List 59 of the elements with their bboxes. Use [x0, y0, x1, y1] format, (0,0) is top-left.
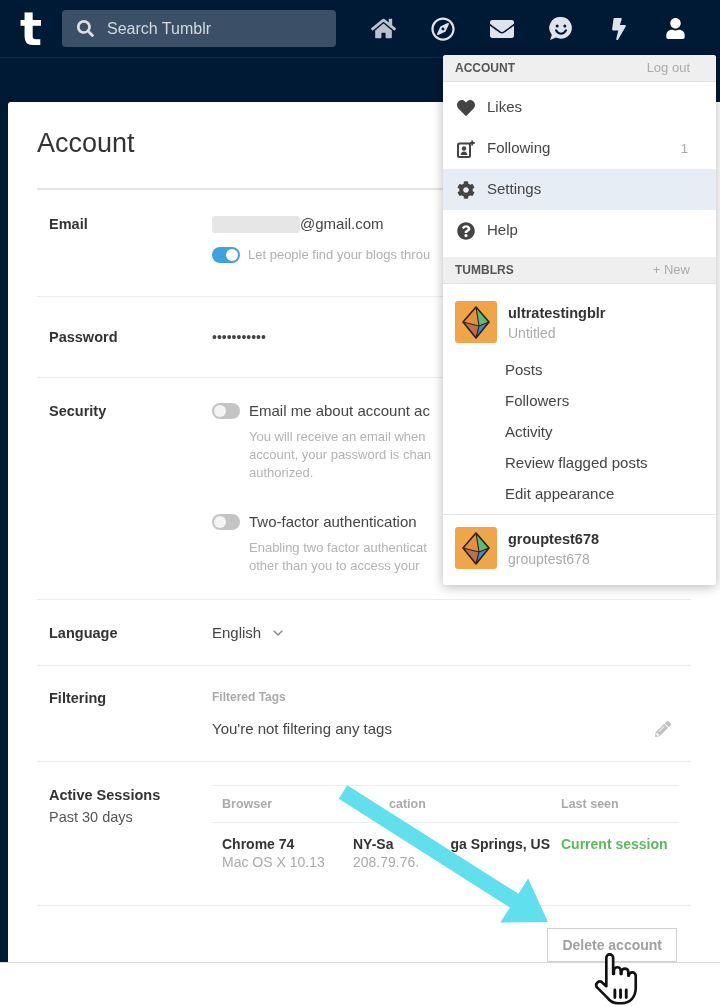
home-icon[interactable]	[371, 16, 396, 41]
search-icon	[77, 20, 94, 37]
menu-item[interactable]: Settings	[443, 169, 716, 210]
section-heading: TUMBLRS	[455, 262, 514, 279]
compass-icon[interactable]	[431, 16, 455, 41]
smiley-chat-icon[interactable]	[549, 16, 573, 41]
settings-icon	[457, 180, 475, 199]
browser-name: Chrome 74	[222, 835, 295, 853]
os-version: Mac OS X 10.13	[222, 853, 325, 872]
setting-label: Email	[49, 215, 88, 234]
toggle-switch[interactable]	[212, 514, 240, 530]
ip-address: 208.79.76.	[353, 853, 420, 872]
setting-label: Language	[49, 624, 118, 643]
setting-label: Active Sessions	[49, 786, 161, 805]
page-title: Account	[37, 127, 135, 160]
option-label: Email me about account ac	[249, 401, 430, 421]
password-value: •••••••••••	[212, 328, 266, 347]
section-heading: ACCOUNT	[455, 60, 515, 77]
blog-subtitle: grouptest678	[508, 550, 590, 569]
blog-menu-link[interactable]: Activity	[505, 416, 553, 447]
location-text: NY-Sa	[353, 835, 394, 853]
filter-status-text: You're not filtering any tags	[212, 719, 392, 739]
column-header: cation	[389, 795, 426, 813]
blog-name[interactable]: ultratestingblr	[508, 303, 606, 323]
blog-menu-link[interactable]: Review flagged posts	[505, 447, 648, 478]
search-field[interactable]: Search Tumblr	[62, 10, 336, 47]
option-label: Two-factor authentication	[249, 512, 417, 532]
heart-icon	[457, 98, 475, 117]
blog-avatar-icon	[455, 527, 497, 569]
email-value: @gmail.com	[300, 214, 384, 234]
blog-subtitle: Untitled	[508, 324, 556, 343]
setting-label: Security	[49, 402, 107, 421]
person-icon[interactable]	[665, 18, 686, 39]
toggle-switch[interactable]	[212, 247, 240, 263]
blog-name[interactable]: grouptest678	[508, 529, 600, 549]
language-select[interactable]: English	[212, 623, 287, 643]
column-header: Browser	[222, 795, 273, 813]
field-caption: Filtered Tags	[212, 689, 286, 706]
location-text: ga Springs, US	[450, 835, 551, 853]
toggle-switch[interactable]	[212, 403, 240, 419]
person-card-icon	[457, 139, 475, 158]
blog-menu-link[interactable]: Followers	[505, 385, 570, 416]
menu-item[interactable]: Help	[443, 210, 716, 251]
blog-menu-link[interactable]: Posts	[505, 354, 543, 385]
blog-avatar-icon	[455, 301, 497, 343]
setting-sublabel: Past 30 days	[49, 808, 133, 827]
option-description: Enabling two factor authenticat other than you to access your	[249, 539, 427, 575]
toggle-label: Let people find your blogs throu	[248, 246, 431, 265]
menu-item[interactable]: Following 1	[443, 128, 716, 169]
column-header: Last seen	[561, 795, 619, 813]
help-icon	[457, 221, 475, 240]
blog-menu-link[interactable]: Edit appearance	[505, 478, 615, 509]
menu-item[interactable]: Likes	[443, 87, 716, 128]
option-description: You will receive an email when account, your password is chan authorized.	[249, 428, 432, 482]
setting-label: Filtering	[49, 689, 107, 708]
session-status: Current session	[561, 835, 668, 853]
tumblr-logo[interactable]: t	[20, 6, 42, 51]
setting-label: Password	[49, 328, 118, 347]
item-count: 1	[680, 139, 688, 158]
